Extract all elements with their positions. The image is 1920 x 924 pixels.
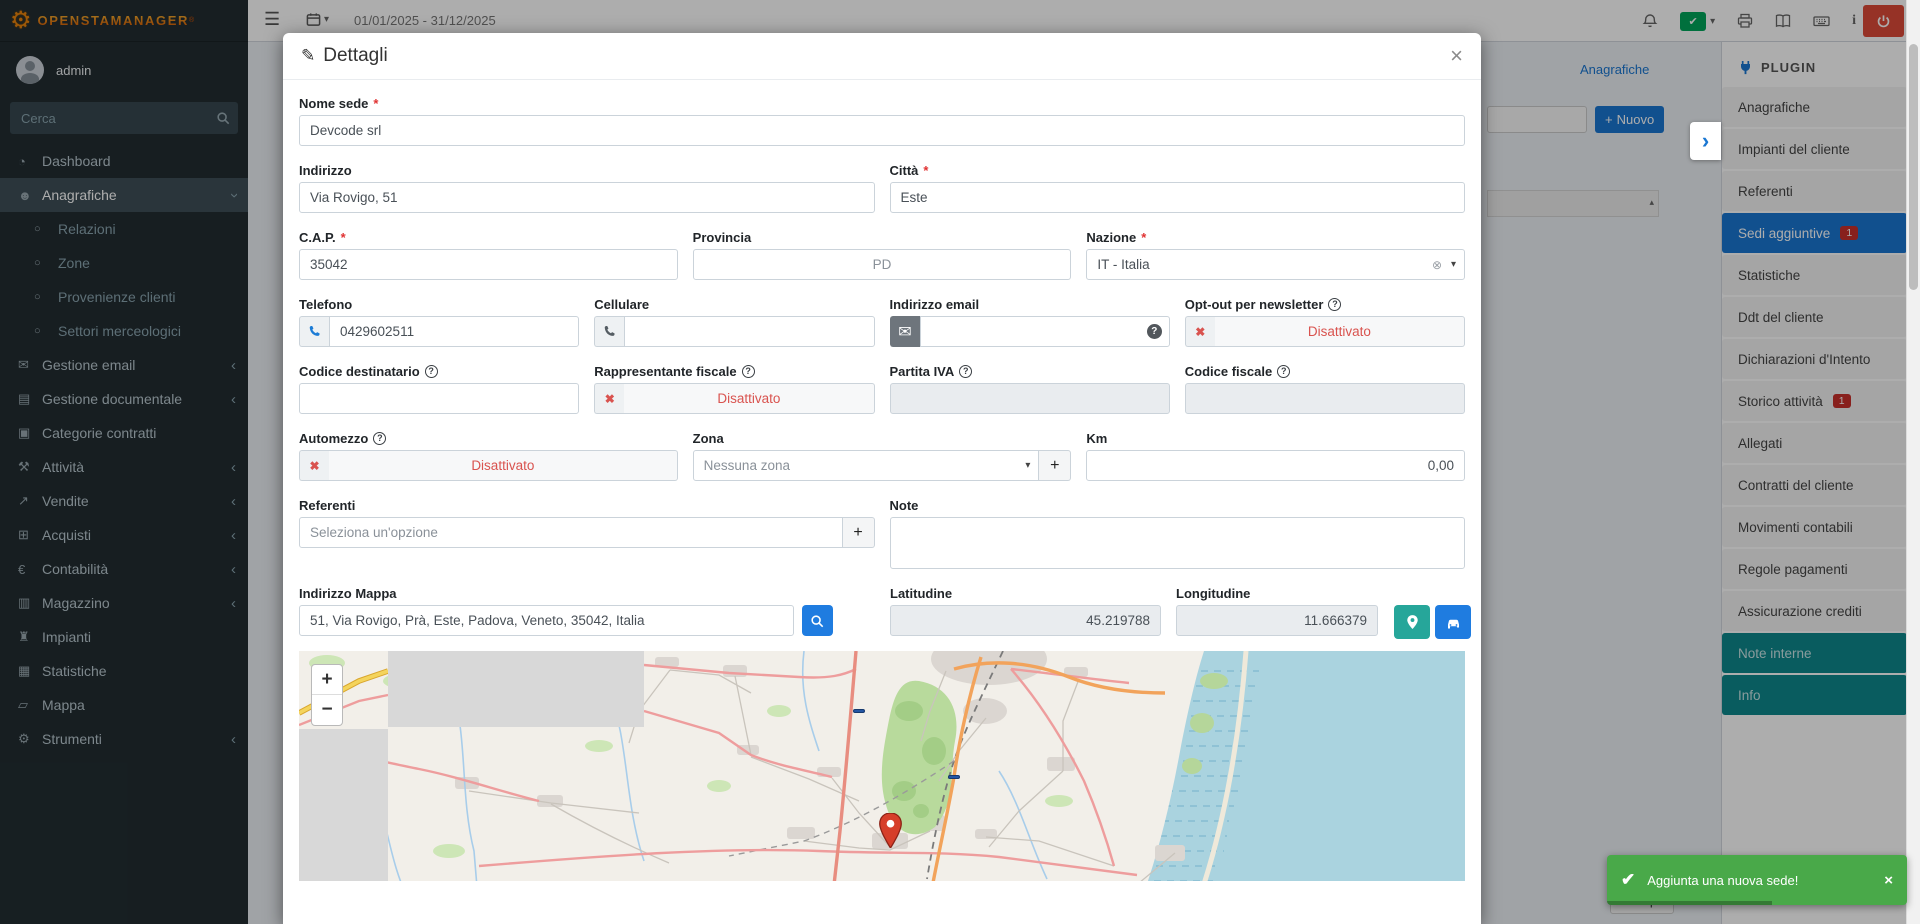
search-icon xyxy=(810,614,824,628)
x-icon: ✖ xyxy=(1195,325,1205,339)
phone-icon xyxy=(299,316,329,347)
help-icon[interactable]: ? xyxy=(425,365,438,378)
cellulare-input[interactable] xyxy=(624,316,874,347)
codice-fiscale-input xyxy=(1185,383,1465,414)
email-input[interactable] xyxy=(920,316,1170,347)
optout-status: Disattivato xyxy=(1215,316,1465,347)
caret-down-icon: ▾ xyxy=(1451,259,1456,270)
automezzo-status: Disattivato xyxy=(329,450,678,481)
openstreetmap-view[interactable]: + − xyxy=(299,651,1465,881)
map-zoom-control: + − xyxy=(311,664,343,726)
toggle-off-button[interactable]: ✖ xyxy=(299,450,329,481)
field-label: Nome sede* xyxy=(299,96,1465,110)
success-toast: ✔ Aggiunta una nuova sede! × xyxy=(1607,855,1907,905)
indirizzo-mappa-input[interactable] xyxy=(299,605,794,636)
indirizzo-input[interactable] xyxy=(299,182,875,213)
pencil-icon: ✎ xyxy=(301,46,315,66)
page-scrollbar[interactable] xyxy=(1906,0,1920,924)
zoom-in-button[interactable]: + xyxy=(312,665,342,695)
longitudine-input xyxy=(1176,605,1378,636)
toast-progress-bar xyxy=(1607,901,1772,905)
cap-input[interactable] xyxy=(299,249,678,280)
latitudine-input xyxy=(890,605,1161,636)
add-zona-button[interactable]: + xyxy=(1039,450,1071,481)
add-referente-button[interactable]: + xyxy=(843,517,875,548)
clear-selection-icon[interactable]: ⊗ xyxy=(1432,258,1442,272)
help-icon[interactable]: ? xyxy=(1328,298,1341,311)
zona-select[interactable]: Nessuna zona ▾ xyxy=(693,450,1040,481)
help-icon[interactable]: ? xyxy=(959,365,972,378)
envelope-icon[interactable]: ✉ xyxy=(890,316,920,347)
x-icon: ✖ xyxy=(309,459,319,473)
zoom-out-button[interactable]: − xyxy=(312,695,342,725)
nome-sede-input[interactable] xyxy=(299,115,1465,146)
toggle-off-button[interactable]: ✖ xyxy=(1185,316,1215,347)
phone-icon xyxy=(594,316,624,347)
check-icon: ✔ xyxy=(1621,870,1635,890)
provincia-input[interactable] xyxy=(693,249,1072,280)
map-pin-icon xyxy=(1406,614,1419,630)
geocode-search-button[interactable] xyxy=(802,605,833,636)
modal-header: ✎ Dettagli × xyxy=(283,33,1481,80)
motorway-shield xyxy=(948,775,960,779)
nazione-select[interactable]: IT - Italia ⊗ ▾ xyxy=(1086,249,1465,280)
scrollbar-thumb[interactable] xyxy=(1909,44,1918,290)
note-textarea[interactable] xyxy=(890,517,1466,569)
help-icon[interactable]: ? xyxy=(1277,365,1290,378)
chevron-right-icon: › xyxy=(1702,128,1709,154)
modal-title: ✎ Dettagli xyxy=(301,45,388,67)
caret-down-icon: ▾ xyxy=(1025,460,1030,471)
toast-close-button[interactable]: × xyxy=(1884,872,1893,889)
help-icon[interactable]: ? xyxy=(742,365,755,378)
dettagli-modal: ✎ Dettagli × Nome sede* Indirizzo C xyxy=(283,33,1481,924)
modal-close-button[interactable]: × xyxy=(1450,45,1463,67)
citta-input[interactable] xyxy=(890,182,1466,213)
route-button[interactable] xyxy=(1435,605,1471,639)
plugin-panel-toggle-button[interactable]: › xyxy=(1690,122,1721,160)
km-input[interactable] xyxy=(1086,450,1465,481)
referenti-select[interactable]: Seleziona un'opzione xyxy=(299,517,843,548)
x-icon: ✖ xyxy=(605,392,615,406)
email-help-icon[interactable]: ? xyxy=(1147,324,1162,339)
toast-message: Aggiunta una nuova sede! xyxy=(1647,873,1798,888)
screen: ⚙ OpenSTAManager ® admin ◔ Dashboard ☻ A… xyxy=(0,0,1920,924)
locate-on-map-button[interactable] xyxy=(1394,605,1430,639)
modal-body: Nome sede* Indirizzo Città* C.A.P.* xyxy=(283,80,1481,881)
partita-iva-input xyxy=(890,383,1170,414)
codice-destinatario-input[interactable] xyxy=(299,383,579,414)
rappresentante-status: Disattivato xyxy=(624,383,874,414)
telefono-input[interactable] xyxy=(329,316,579,347)
help-icon[interactable]: ? xyxy=(373,432,386,445)
map-marker-pin[interactable] xyxy=(879,813,902,848)
car-icon xyxy=(1445,615,1462,630)
toggle-off-button[interactable]: ✖ xyxy=(594,383,624,414)
motorway-shield xyxy=(853,709,865,713)
